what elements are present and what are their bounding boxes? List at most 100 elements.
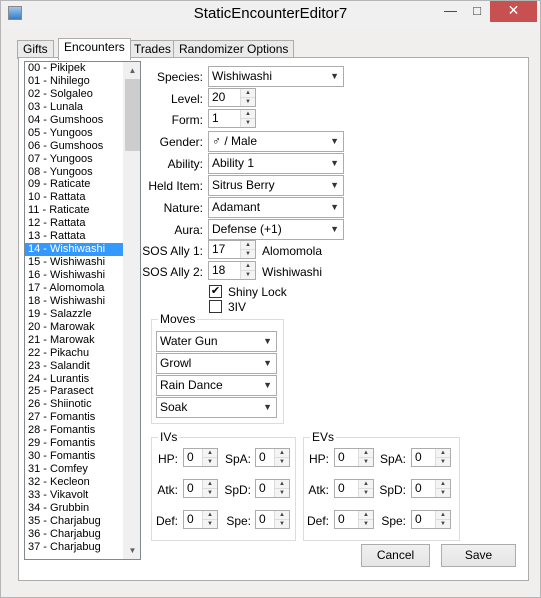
ability-dropdown[interactable]: Ability 1 ▼ (208, 153, 344, 174)
move-2-dropdown[interactable]: Growl ▼ (156, 353, 277, 374)
iv-atk-spin[interactable]: ▲ ▼ (202, 480, 217, 497)
spin-up-icon[interactable]: ▲ (275, 449, 289, 457)
spin-down-icon[interactable]: ▼ (275, 519, 289, 527)
ev-spa-spin[interactable]: ▲ ▼ (435, 449, 450, 466)
encounter-list[interactable]: 00 - Pikipek 01 - Nihilego 02 - Solgaleo 03… (24, 61, 141, 560)
sos-ally-1-stepper[interactable]: 17 ▲ ▼ (208, 240, 256, 259)
sos-ally-2-stepper[interactable]: 18 ▲ ▼ (208, 261, 256, 280)
maximize-button[interactable]: □ (464, 1, 490, 22)
list-item[interactable]: 17 - Alomomola (25, 282, 123, 295)
spin-down-icon[interactable]: ▼ (203, 488, 217, 496)
close-button[interactable]: ✕ (490, 1, 537, 22)
list-item[interactable]: 05 - Yungoos (25, 127, 123, 140)
list-scrollbar[interactable]: ▲ ▼ (123, 62, 140, 559)
ev-hp-stepper[interactable]: 0 ▲ ▼ (334, 448, 374, 467)
list-item[interactable]: 29 - Fomantis (25, 437, 123, 450)
iv-spd-spin[interactable]: ▲ ▼ (274, 480, 289, 497)
spin-up-icon[interactable]: ▲ (436, 449, 450, 457)
list-item[interactable]: 04 - Gumshoos (25, 114, 123, 127)
scroll-down-icon[interactable]: ▼ (124, 542, 140, 559)
list-item[interactable]: 22 - Pikachu (25, 347, 123, 360)
move-3-dropdown[interactable]: Rain Dance ▼ (156, 375, 277, 396)
nature-dropdown[interactable]: Adamant ▼ (208, 197, 344, 218)
list-item[interactable]: 24 - Lurantis (25, 373, 123, 386)
aura-dropdown[interactable]: Defense (+1) ▼ (208, 219, 344, 240)
ev-atk-stepper[interactable]: 0 ▲ ▼ (334, 479, 374, 498)
spin-up-icon[interactable]: ▲ (203, 511, 217, 519)
spin-up-icon[interactable]: ▲ (275, 480, 289, 488)
ev-spe-stepper[interactable]: 0 ▲ ▼ (411, 510, 451, 529)
list-item[interactable]: 02 - Solgaleo (25, 88, 123, 101)
spin-down-icon[interactable]: ▼ (241, 97, 255, 105)
sos-ally-1-spin[interactable]: ▲ ▼ (240, 241, 255, 258)
list-item[interactable]: 18 - Wishiwashi (25, 295, 123, 308)
iv-def-spin[interactable]: ▲ ▼ (202, 511, 217, 528)
spin-down-icon[interactable]: ▼ (203, 457, 217, 465)
spin-down-icon[interactable]: ▼ (203, 519, 217, 527)
iv-hp-spin[interactable]: ▲ ▼ (202, 449, 217, 466)
spin-up-icon[interactable]: ▲ (241, 241, 255, 249)
held-item-dropdown[interactable]: Sitrus Berry ▼ (208, 175, 344, 196)
spin-up-icon[interactable]: ▲ (241, 262, 255, 270)
list-item[interactable]: 12 - Rattata (25, 217, 123, 230)
list-item[interactable]: 35 - Charjabug (25, 515, 123, 528)
iv-def-stepper[interactable]: 0 ▲ ▼ (183, 510, 218, 529)
spin-down-icon[interactable]: ▼ (436, 488, 450, 496)
spin-down-icon[interactable]: ▼ (241, 249, 255, 257)
spin-down-icon[interactable]: ▼ (241, 118, 255, 126)
spin-up-icon[interactable]: ▲ (436, 511, 450, 519)
spin-up-icon[interactable]: ▲ (203, 449, 217, 457)
shiny-lock-checkbox[interactable]: ✔ (209, 285, 222, 298)
list-item[interactable]: 26 - Shiinotic (25, 398, 123, 411)
scroll-thumb[interactable] (125, 79, 140, 151)
list-item[interactable]: 10 - Rattata (25, 191, 123, 204)
iv-atk-stepper[interactable]: 0 ▲ ▼ (183, 479, 218, 498)
list-item[interactable]: 09 - Raticate (25, 178, 123, 191)
list-item[interactable]: 30 - Fomantis (25, 450, 123, 463)
scroll-up-icon[interactable]: ▲ (124, 62, 140, 79)
list-item[interactable]: 16 - Wishiwashi (25, 269, 123, 282)
iv-spd-stepper[interactable]: 0 ▲ ▼ (255, 479, 290, 498)
move-4-dropdown[interactable]: Soak ▼ (156, 397, 277, 418)
spin-up-icon[interactable]: ▲ (359, 480, 373, 488)
ev-hp-spin[interactable]: ▲ ▼ (358, 449, 373, 466)
list-item[interactable]: 19 - Salazzle (25, 308, 123, 321)
spin-down-icon[interactable]: ▼ (359, 519, 373, 527)
spin-up-icon[interactable]: ▲ (436, 480, 450, 488)
spin-down-icon[interactable]: ▼ (436, 519, 450, 527)
ev-spd-spin[interactable]: ▲ ▼ (435, 480, 450, 497)
list-item[interactable]: 28 - Fomantis (25, 424, 123, 437)
list-item[interactable]: 15 - Wishiwashi (25, 256, 123, 269)
save-button[interactable]: Save (441, 544, 516, 567)
ev-spa-stepper[interactable]: 0 ▲ ▼ (411, 448, 451, 467)
list-item[interactable]: 14 - Wishiwashi (25, 243, 123, 257)
list-item[interactable]: 27 - Fomantis (25, 411, 123, 424)
spin-up-icon[interactable]: ▲ (359, 511, 373, 519)
iv-hp-stepper[interactable]: 0 ▲ ▼ (183, 448, 218, 467)
species-dropdown[interactable]: Wishiwashi ▼ (208, 66, 344, 87)
move-1-dropdown[interactable]: Water Gun ▼ (156, 331, 277, 352)
spin-down-icon[interactable]: ▼ (275, 457, 289, 465)
spin-down-icon[interactable]: ▼ (359, 457, 373, 465)
level-spin[interactable]: ▲ ▼ (240, 89, 255, 106)
spin-down-icon[interactable]: ▼ (241, 270, 255, 278)
spin-up-icon[interactable]: ▲ (241, 89, 255, 97)
ev-atk-spin[interactable]: ▲ ▼ (358, 480, 373, 497)
ev-spd-stepper[interactable]: 0 ▲ ▼ (411, 479, 451, 498)
list-item[interactable]: 13 - Rattata (25, 230, 123, 243)
list-item[interactable]: 34 - Grubbin (25, 502, 123, 515)
list-item[interactable]: 32 - Kecleon (25, 476, 123, 489)
iv-spa-stepper[interactable]: 0 ▲ ▼ (255, 448, 290, 467)
list-item[interactable]: 00 - Pikipek (25, 62, 123, 75)
spin-down-icon[interactable]: ▼ (359, 488, 373, 496)
tab-encounters[interactable]: Encounters (58, 38, 131, 60)
list-item[interactable]: 08 - Yungoos (25, 166, 123, 179)
level-stepper[interactable]: 20 ▲ ▼ (208, 88, 256, 107)
list-item[interactable]: 36 - Charjabug (25, 528, 123, 541)
spin-up-icon[interactable]: ▲ (203, 480, 217, 488)
spin-up-icon[interactable]: ▲ (359, 449, 373, 457)
list-item[interactable]: 23 - Salandit (25, 360, 123, 373)
list-item[interactable]: 11 - Raticate (25, 204, 123, 217)
list-item[interactable]: 37 - Charjabug (25, 541, 123, 554)
list-item[interactable]: 31 - Comfey (25, 463, 123, 476)
